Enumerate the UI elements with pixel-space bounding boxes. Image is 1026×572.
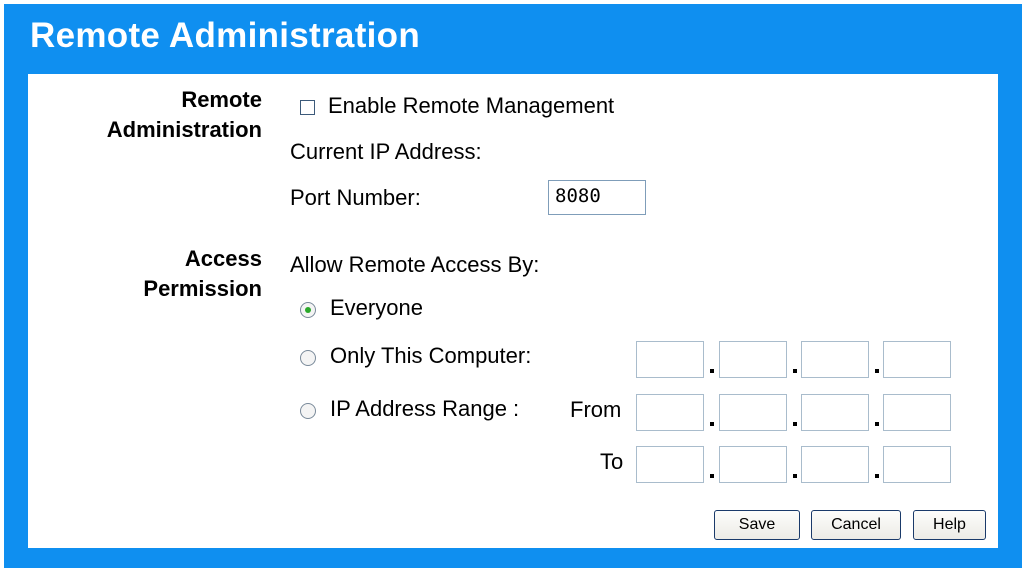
range-from-label: From [570, 397, 622, 422]
access-permission-section-label: Access Permission [68, 244, 262, 304]
enable-remote-management-checkbox[interactable] [300, 100, 315, 115]
only-this-computer-label: Only This Computer: [330, 343, 532, 368]
enable-remote-management-label: Enable Remote Management [328, 93, 615, 118]
range-to-octet-2[interactable] [719, 446, 787, 483]
current-ip-label: Current IP Address: [290, 139, 482, 164]
ip-range-label: IP Address Range : [330, 396, 520, 421]
ip-dot-separator [793, 422, 797, 426]
range-to-octet-1[interactable] [636, 446, 704, 483]
cancel-button[interactable]: Cancel [811, 510, 901, 540]
allow-remote-access-label: Allow Remote Access By: [290, 252, 540, 277]
ip-dot-separator [875, 474, 879, 478]
ip-dot-separator [875, 422, 879, 426]
ip-dot-separator [710, 422, 714, 426]
access-permission-label-line1: Access [184, 246, 262, 271]
ip-dot-separator [710, 369, 714, 373]
settings-panel: Remote Administration Enable Remote Mana… [28, 74, 998, 548]
range-from-octet-4[interactable] [883, 394, 951, 431]
range-to-label: To [600, 449, 624, 474]
save-button[interactable]: Save [714, 510, 800, 540]
range-from-octet-2[interactable] [719, 394, 787, 431]
only-this-ip-octet-3[interactable] [801, 341, 869, 378]
remote-admin-label-line1: Remote [181, 87, 262, 112]
remote-admin-label-line2: Administration [106, 117, 262, 142]
remote-admin-section-label: Remote Administration [68, 85, 262, 145]
range-from-octet-1[interactable] [636, 394, 704, 431]
access-permission-label-line2: Permission [143, 276, 262, 301]
only-this-ip-octet-1[interactable] [636, 341, 704, 378]
range-to-octet-3[interactable] [801, 446, 869, 483]
page-frame: Remote Administration Remote Administrat… [4, 4, 1022, 568]
help-button[interactable]: Help [913, 510, 986, 540]
ip-dot-separator [793, 369, 797, 373]
ip-dot-separator [710, 474, 714, 478]
ip-range-radio[interactable] [300, 403, 316, 419]
only-this-ip-octet-2[interactable] [719, 341, 787, 378]
ip-dot-separator [875, 369, 879, 373]
page-title: Remote Administration [30, 16, 421, 55]
ip-dot-separator [793, 474, 797, 478]
only-this-computer-radio[interactable] [300, 350, 316, 366]
only-this-ip-octet-4[interactable] [883, 341, 951, 378]
everyone-label: Everyone [330, 295, 423, 320]
range-from-octet-3[interactable] [801, 394, 869, 431]
radio-selected-dot [305, 307, 311, 313]
range-to-octet-4[interactable] [883, 446, 951, 483]
everyone-radio[interactable] [300, 302, 316, 318]
port-number-label: Port Number: [290, 185, 421, 210]
port-number-input[interactable]: 8080 [548, 180, 646, 215]
